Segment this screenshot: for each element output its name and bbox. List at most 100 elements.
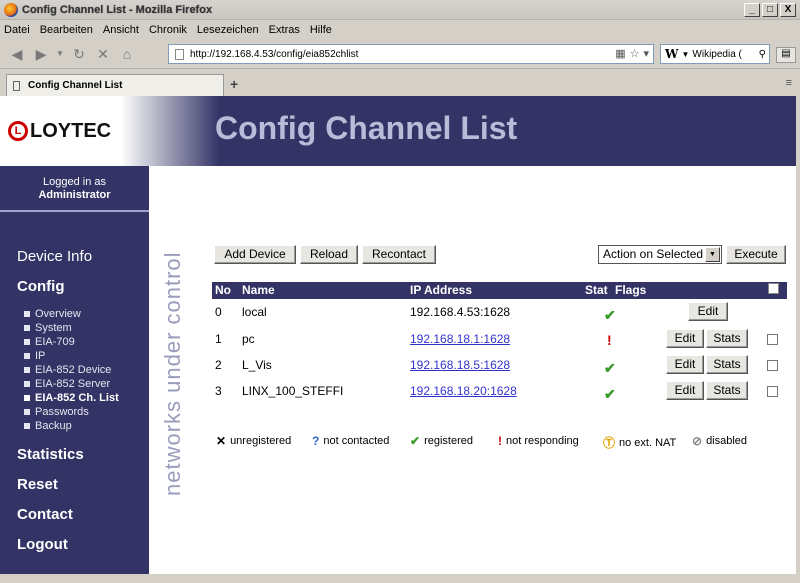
legend-disabled: ⊘ disabled [692, 434, 747, 448]
tab-page-icon [13, 80, 20, 91]
select-all-checkbox[interactable] [768, 283, 779, 294]
window-titlebar: Config Channel List - Mozilla Firefox _ … [0, 0, 800, 20]
search-engine-dropdown-icon[interactable]: ▼ [681, 50, 689, 59]
tab-list-icon[interactable]: ≡ [786, 77, 792, 89]
row-3-stats-button[interactable]: Stats [706, 381, 748, 400]
bullet-icon [24, 339, 30, 345]
sidebar: Logged in as Administrator Device Info C… [0, 166, 149, 574]
window-title: Config Channel List - Mozilla Firefox [22, 3, 213, 16]
new-tab-icon[interactable]: + [230, 76, 238, 92]
header-flags: Flags [615, 283, 647, 297]
sub-label: Overview [35, 308, 81, 320]
row-3-checkbox[interactable] [767, 386, 778, 397]
page-icon [175, 48, 184, 60]
sidebar-item-device-info[interactable]: Device Info [17, 248, 92, 265]
recontact-button[interactable]: Recontact [362, 245, 436, 264]
row-1-edit-button[interactable]: Edit [666, 329, 704, 348]
menu-extras[interactable]: Extras [269, 24, 300, 36]
back-arrow-icon[interactable]: ◀ [6, 43, 28, 65]
legend-registered: ✔ registered [410, 434, 473, 448]
row-2-ip-link[interactable]: 192.168.18.5:1628 [410, 358, 510, 372]
scrollbar[interactable] [796, 96, 800, 574]
sub-label: Backup [35, 420, 72, 432]
row-1-ip-link[interactable]: 192.168.18.1:1628 [410, 332, 510, 346]
header-name: Name [242, 283, 275, 297]
tab-config-channel-list[interactable]: Config Channel List [6, 74, 224, 96]
legend-not-contacted: ? not contacted [312, 434, 389, 448]
menu-lesezeichen[interactable]: Lesezeichen [197, 24, 259, 36]
header-ip: IP Address [410, 283, 473, 297]
not-responding-icon: ! [607, 332, 612, 348]
legend-label: not contacted [323, 435, 390, 447]
stop-icon[interactable]: ✕ [92, 43, 114, 65]
header-stat: Stat [585, 283, 608, 297]
firefox-icon [4, 2, 18, 17]
sidebar-sub-overview[interactable]: Overview [24, 308, 81, 320]
logo: L LOYTEC [0, 96, 220, 166]
close-button[interactable]: X [780, 3, 796, 17]
add-device-button[interactable]: Add Device [214, 245, 296, 264]
registered-check-icon: ✔ [604, 307, 616, 323]
sidebar-sub-passwords[interactable]: Passwords [24, 406, 89, 418]
execute-button[interactable]: Execute [726, 245, 786, 264]
wikipedia-icon[interactable]: W [665, 47, 678, 61]
row-3-ip-link[interactable]: 192.168.18.20:1628 [410, 384, 517, 398]
table-header: No Name IP Address Stat Flags [212, 282, 787, 299]
search-input[interactable]: Wikipedia ( [692, 49, 741, 60]
maximize-button[interactable]: □ [762, 3, 778, 17]
row-1-checkbox[interactable] [767, 334, 778, 345]
logo-text: LOYTEC [30, 119, 112, 142]
row-2-edit-button[interactable]: Edit [666, 355, 704, 374]
menu-ansicht[interactable]: Ansicht [103, 24, 139, 36]
menu-hilfe[interactable]: Hilfe [310, 24, 332, 36]
sub-label: EIA-852 Device [35, 364, 112, 376]
home-icon[interactable]: ⌂ [116, 43, 138, 65]
menu-datei[interactable]: Datei [4, 24, 30, 36]
sidebar-sub-eia852-ch-list[interactable]: EIA-852 Ch. List [24, 392, 119, 404]
sidebar-sub-backup[interactable]: Backup [24, 420, 72, 432]
sidebar-sub-eia852-server[interactable]: EIA-852 Server [24, 378, 110, 390]
sub-label: Passwords [35, 406, 89, 418]
row-1-name: pc [242, 332, 255, 346]
row-1-no: 1 [215, 332, 222, 346]
sidebar-item-config[interactable]: Config [17, 278, 64, 295]
row-3-edit-button[interactable]: Edit [666, 381, 704, 400]
bullet-icon [24, 367, 30, 373]
tab-bar: Config Channel List + ≡ [0, 70, 800, 96]
rss-icon[interactable]: ▦ [615, 47, 625, 60]
row-1-stats-button[interactable]: Stats [706, 329, 748, 348]
menu-chronik[interactable]: Chronik [149, 24, 187, 36]
minimize-button[interactable]: _ [744, 3, 760, 17]
row-2-stats-button[interactable]: Stats [706, 355, 748, 374]
menu-bearbeiten[interactable]: Bearbeiten [40, 24, 93, 36]
search-icon[interactable]: ⚲ [759, 49, 766, 60]
bullet-icon [24, 423, 30, 429]
action-select[interactable]: Action on Selected ▼ [598, 245, 722, 264]
sidebar-item-statistics[interactable]: Statistics [17, 446, 84, 463]
url-dropdown-icon[interactable]: ▾ [643, 47, 649, 60]
sidebar-item-contact[interactable]: Contact [17, 506, 73, 523]
sidebar-sub-eia852-device[interactable]: EIA-852 Device [24, 364, 111, 376]
row-2-checkbox[interactable] [767, 360, 778, 371]
sidebar-sub-eia709[interactable]: EIA-709 [24, 336, 75, 348]
row-0-edit-button[interactable]: Edit [688, 302, 728, 321]
history-dropdown-icon[interactable]: ▼ [54, 43, 66, 65]
forward-arrow-icon[interactable]: ▶ [30, 43, 52, 65]
tagline: networks under control [160, 251, 185, 496]
sub-label: EIA-852 Server [35, 378, 111, 390]
dropdown-arrow-icon[interactable]: ▼ [705, 247, 720, 262]
page-viewport: L LOYTEC Config Channel List Logged in a… [0, 96, 796, 574]
search-bar[interactable]: W ▼ Wikipedia ( ⚲ [660, 44, 770, 64]
sidebar-item-logout[interactable]: Logout [17, 536, 68, 553]
reload-icon[interactable]: ↻ [68, 43, 90, 65]
row-0-no: 0 [215, 305, 222, 319]
url-bar[interactable]: http://192.168.4.53/config/eia852chlist … [168, 44, 654, 64]
menu-bar: Datei Bearbeiten Ansicht Chronik Lesezei… [0, 20, 800, 39]
bookmark-star-icon[interactable]: ☆ [630, 47, 640, 60]
logged-in-user: Administrator [38, 189, 111, 201]
addon-menu-icon[interactable]: ▤ [776, 47, 796, 63]
sidebar-item-reset[interactable]: Reset [17, 476, 58, 493]
sidebar-sub-ip[interactable]: IP [24, 350, 45, 362]
reload-button[interactable]: Reload [300, 245, 358, 264]
sidebar-sub-system[interactable]: System [24, 322, 72, 334]
